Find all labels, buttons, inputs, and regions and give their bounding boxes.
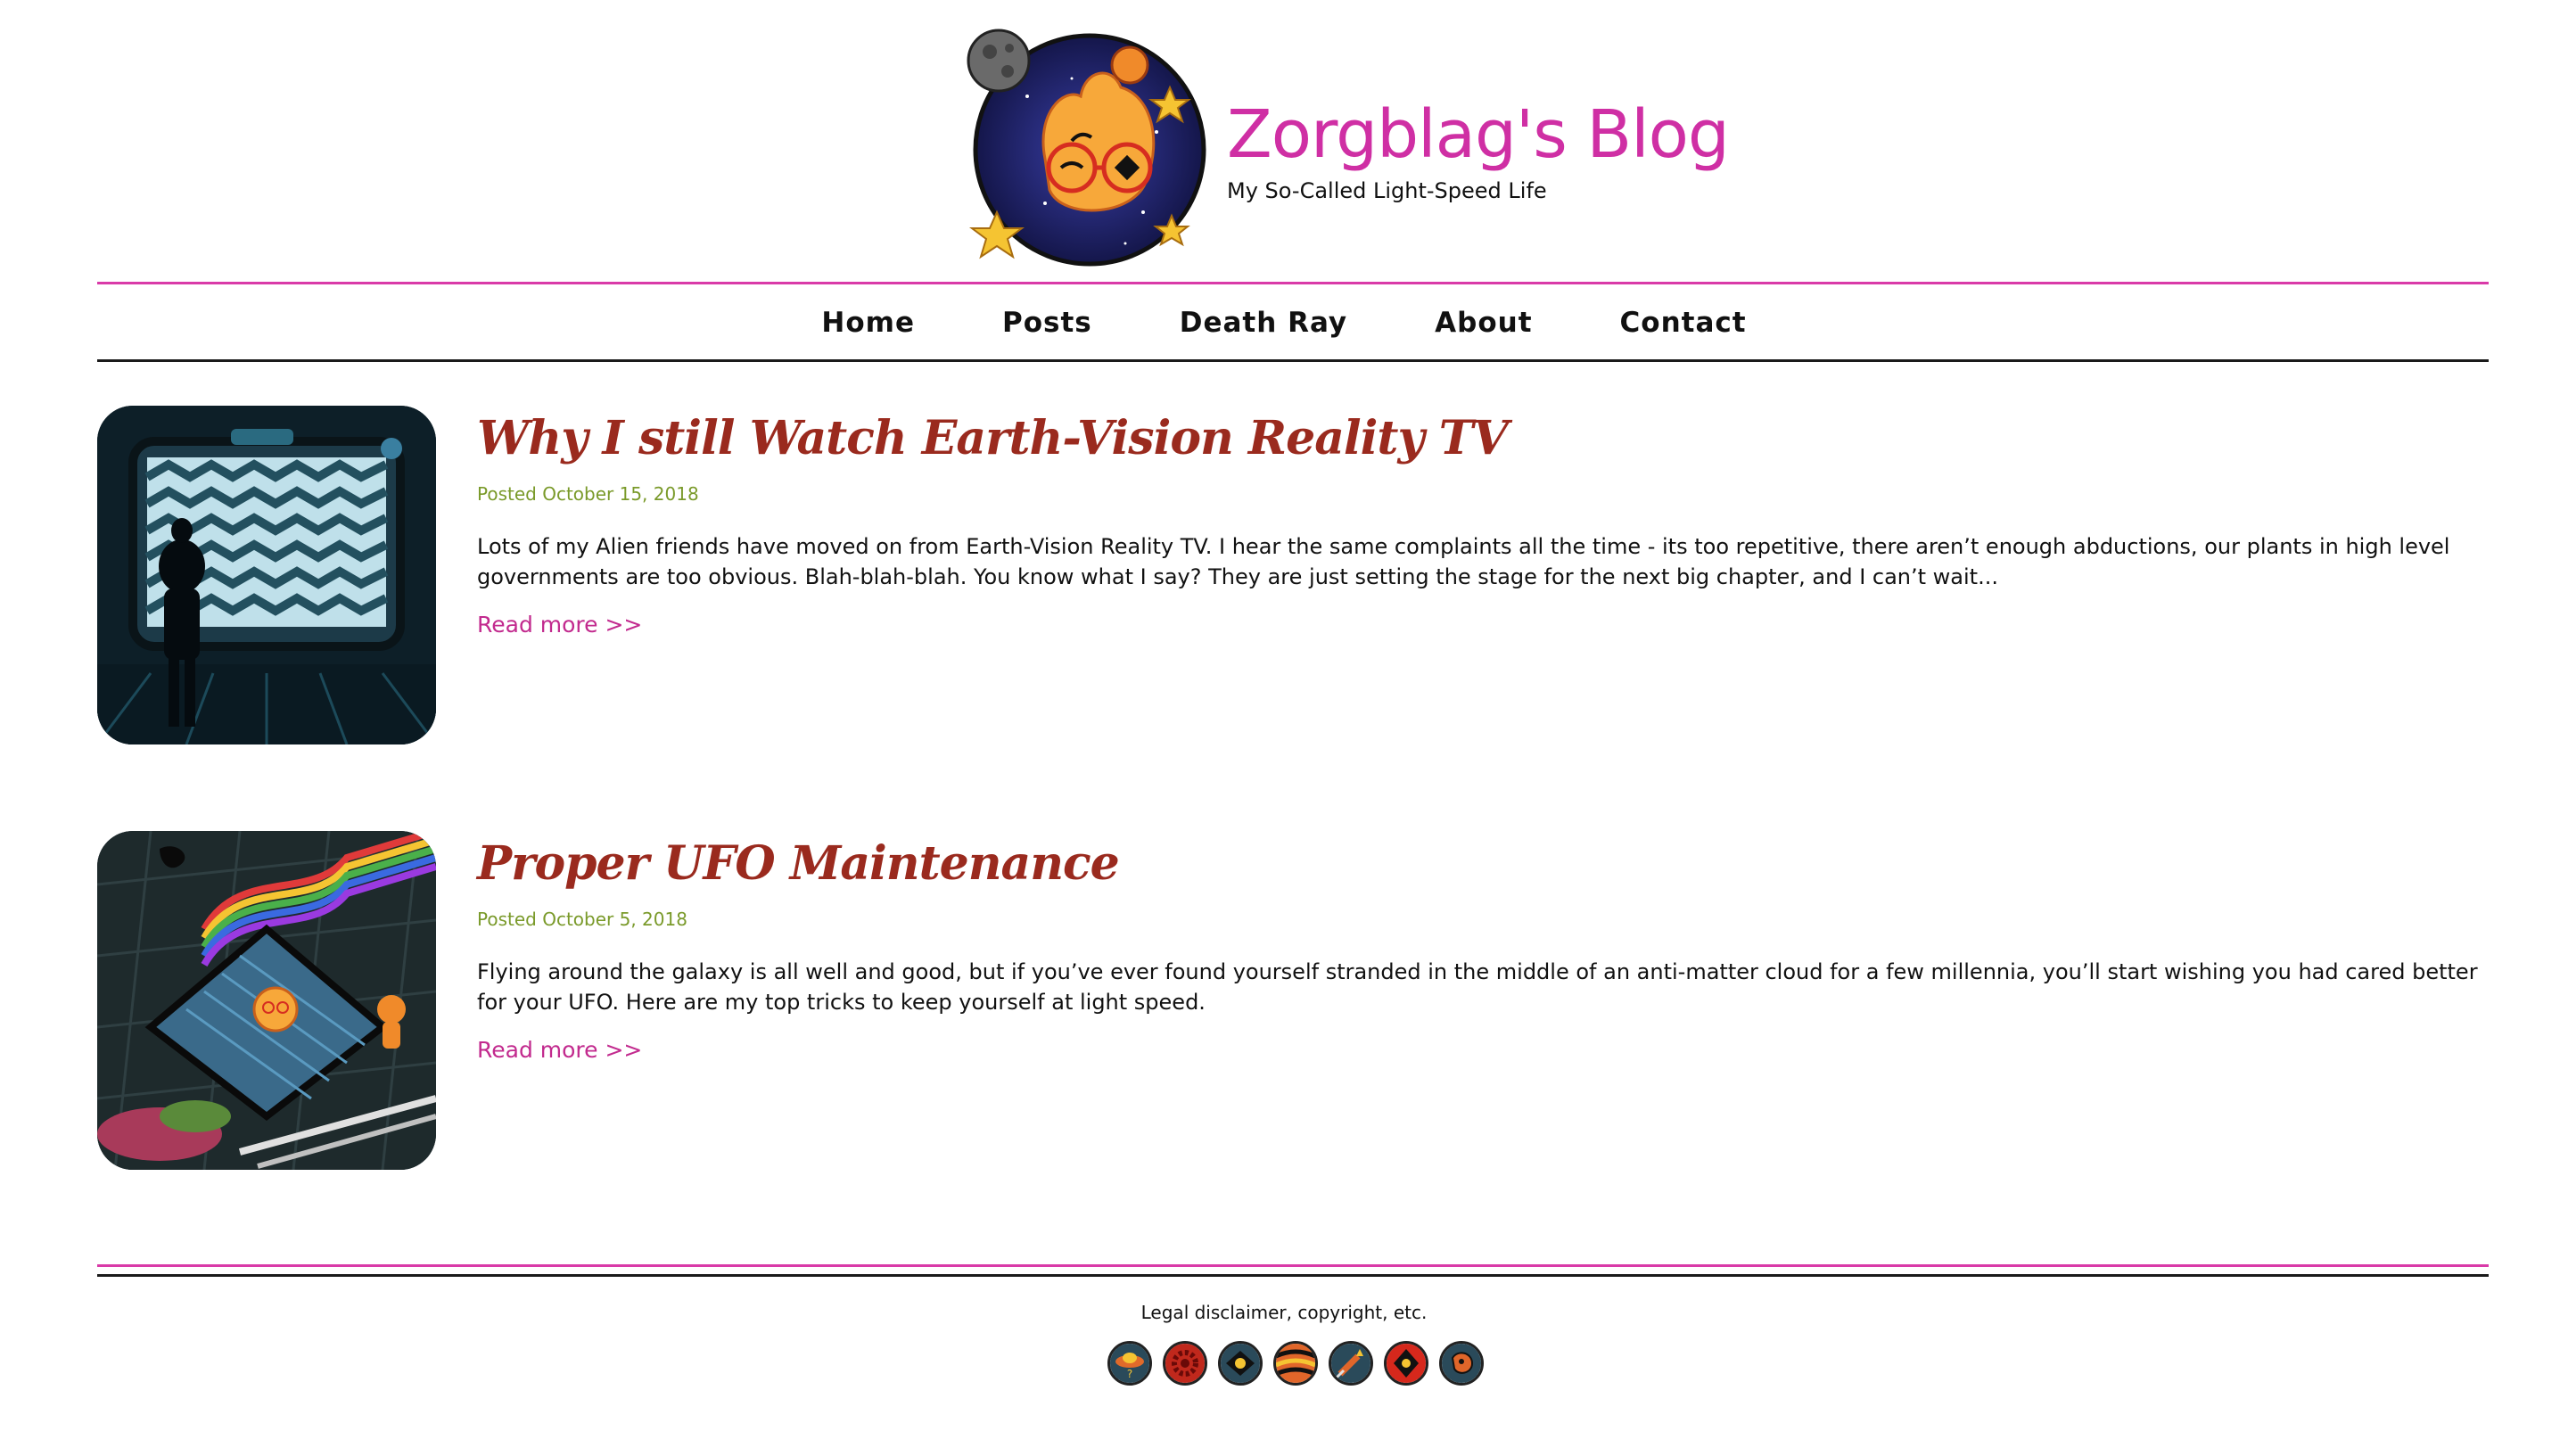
- svg-text:?: ?: [1127, 1368, 1132, 1380]
- footer-divider-pink: [97, 1264, 2489, 1267]
- read-more-link[interactable]: Read more >>: [477, 1037, 642, 1063]
- main-nav: Home Posts Death Ray About Contact: [0, 285, 2568, 360]
- rocket-badge-icon[interactable]: [1329, 1341, 1373, 1386]
- legal-disclaimer: Legal disclaimer, copyright, etc.: [1140, 1302, 1428, 1323]
- post-body: Proper UFO Maintenance Posted October 5,…: [477, 831, 2492, 1063]
- site-tagline: My So-Called Light-Speed Life: [1227, 178, 1547, 203]
- post-excerpt: Lots of my Alien friends have moved on f…: [477, 534, 2450, 590]
- nav-divider: [97, 359, 2489, 362]
- nav-posts[interactable]: Posts: [1002, 307, 1092, 339]
- post-excerpt: Flying around the galaxy is all well and…: [477, 959, 2478, 1016]
- asteroid-badge-icon[interactable]: [1439, 1341, 1484, 1386]
- site-header: Zorgblag's Blog My So-Called Light-Speed…: [0, 0, 2568, 282]
- gear-badge-icon[interactable]: [1163, 1341, 1207, 1386]
- nav-home[interactable]: Home: [821, 307, 915, 339]
- post-date: Posted October 5, 2018: [477, 909, 687, 931]
- nav-about[interactable]: About: [1435, 307, 1532, 339]
- planet-badge-icon[interactable]: [1273, 1341, 1318, 1386]
- nav-death-ray[interactable]: Death Ray: [1180, 307, 1347, 339]
- post-thumbnail[interactable]: [97, 406, 436, 744]
- post-date: Posted October 15, 2018: [477, 483, 699, 506]
- header-divider-pink: [97, 282, 2489, 284]
- read-more-link[interactable]: Read more >>: [477, 612, 642, 638]
- post-title[interactable]: Why I still Watch Earth-Vision Reality T…: [477, 413, 2492, 464]
- nav-contact[interactable]: Contact: [1620, 307, 1747, 339]
- post-body: Why I still Watch Earth-Vision Reality T…: [477, 406, 2492, 638]
- post-card: Proper UFO Maintenance Posted October 5,…: [97, 831, 2489, 1170]
- footer-divider-dark: [97, 1274, 2489, 1277]
- site-logo[interactable]: [965, 25, 1207, 267]
- site-title[interactable]: Zorgblag's Blog: [1227, 96, 1730, 173]
- alien-badge-icon[interactable]: [1384, 1341, 1428, 1386]
- post-card: Why I still Watch Earth-Vision Reality T…: [97, 406, 2489, 744]
- post-thumbnail[interactable]: [97, 831, 436, 1170]
- footer-badges: ?: [1107, 1341, 1484, 1386]
- eye-badge-icon[interactable]: [1218, 1341, 1263, 1386]
- ufo-badge-icon[interactable]: ?: [1107, 1341, 1152, 1386]
- post-title[interactable]: Proper UFO Maintenance: [477, 838, 2492, 889]
